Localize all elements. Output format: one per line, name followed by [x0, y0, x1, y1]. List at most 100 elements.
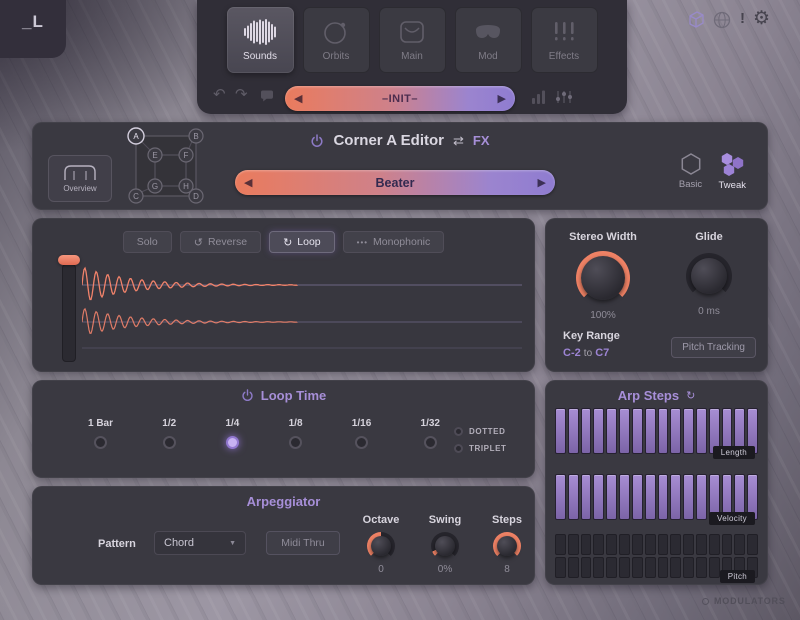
step-cell[interactable] [658, 534, 669, 555]
radio-1-8[interactable] [289, 436, 302, 449]
step-cell[interactable] [606, 557, 617, 578]
step-cell[interactable] [619, 534, 630, 555]
step-cell[interactable] [658, 408, 669, 454]
step-cell[interactable] [568, 534, 579, 555]
step-cell[interactable] [645, 534, 656, 555]
glide-knob[interactable] [686, 253, 732, 299]
corner-morph-map[interactable]: A B C D E F G H [124, 124, 208, 208]
corner-preset-next-icon[interactable]: ▶ [529, 176, 555, 189]
cube-icon[interactable] [686, 10, 706, 30]
step-cell[interactable] [581, 474, 592, 520]
step-cell[interactable] [696, 408, 707, 454]
step-cell[interactable] [683, 557, 694, 578]
global-preset-selector[interactable]: ◀ –INIT– ▶ [285, 86, 515, 111]
radio-1-16[interactable] [355, 436, 368, 449]
triplet-radio[interactable] [454, 444, 463, 453]
step-cell[interactable] [568, 408, 579, 454]
redo-icon[interactable]: ↷ [235, 84, 248, 106]
step-cell[interactable] [670, 557, 681, 578]
sample-level-handle[interactable] [58, 255, 80, 265]
alert-icon[interactable]: ! [740, 10, 745, 27]
step-cell[interactable] [683, 534, 694, 555]
pitch-tracking-button[interactable]: Pitch Tracking [671, 337, 756, 358]
gear-icon[interactable]: ⚙ [753, 7, 770, 30]
corner-preset-selector[interactable]: ◀ Beater ▶ [235, 170, 555, 195]
shuffle-icon[interactable]: ⇄ [453, 133, 464, 149]
step-cell[interactable] [555, 474, 566, 520]
steps-knob[interactable] [493, 532, 521, 560]
step-cell[interactable] [683, 408, 694, 454]
loop-time-option-1-16[interactable]: 1/16 [352, 418, 371, 449]
fx-toggle[interactable]: FX [473, 133, 490, 148]
step-cell[interactable] [658, 557, 669, 578]
corner-node-a[interactable]: A [128, 128, 144, 144]
globe-icon[interactable] [713, 11, 731, 29]
refresh-icon[interactable]: ↻ [686, 389, 695, 402]
step-cell[interactable] [568, 474, 579, 520]
loop-time-option-1bar[interactable]: 1 Bar [88, 418, 113, 449]
step-cell[interactable] [670, 408, 681, 454]
step-cell[interactable] [619, 557, 630, 578]
step-cell[interactable] [581, 557, 592, 578]
step-cell[interactable] [606, 474, 617, 520]
corner-node-g[interactable]: G [148, 179, 162, 193]
step-cell[interactable] [670, 474, 681, 520]
step-cell[interactable] [722, 534, 733, 555]
corner-preset-prev-icon[interactable]: ◀ [235, 176, 261, 189]
step-cell[interactable] [619, 408, 630, 454]
step-cell[interactable] [593, 557, 604, 578]
triplet-toggle[interactable]: TRIPLET [454, 444, 507, 453]
step-cell[interactable] [632, 557, 643, 578]
corner-node-f[interactable]: F [179, 148, 193, 162]
waveform-display[interactable] [82, 264, 522, 360]
step-cell[interactable] [696, 534, 707, 555]
step-cell[interactable] [581, 534, 592, 555]
corner-node-e[interactable]: E [148, 148, 162, 162]
step-cell[interactable] [568, 557, 579, 578]
tab-sounds[interactable]: Sounds [227, 7, 294, 73]
step-cell[interactable] [709, 557, 720, 578]
undo-icon[interactable]: ↶ [213, 84, 226, 106]
loop-time-option-1-8[interactable]: 1/8 [289, 418, 303, 449]
radio-1-2[interactable] [163, 436, 176, 449]
radio-1bar[interactable] [94, 436, 107, 449]
swing-knob[interactable] [431, 532, 459, 560]
step-cell[interactable] [593, 474, 604, 520]
preset-next-icon[interactable]: ▶ [489, 92, 515, 105]
step-cell[interactable] [632, 534, 643, 555]
comment-icon[interactable] [259, 89, 275, 103]
tab-main[interactable]: Main [379, 7, 446, 73]
dotted-radio[interactable] [454, 427, 463, 436]
step-cell[interactable] [747, 534, 758, 555]
pattern-dropdown[interactable]: Chord ▼ [154, 531, 246, 555]
corner-node-h[interactable]: H [179, 179, 193, 193]
loop-time-option-1-2[interactable]: 1/2 [162, 418, 176, 449]
step-cell[interactable] [593, 408, 604, 454]
step-cell[interactable] [683, 474, 694, 520]
preset-prev-icon[interactable]: ◀ [285, 92, 311, 105]
sample-level-slider[interactable] [62, 264, 76, 362]
step-cell[interactable] [581, 408, 592, 454]
step-cell[interactable] [734, 534, 745, 555]
step-cell[interactable] [593, 534, 604, 555]
basic-mode-button[interactable]: Basic [679, 152, 703, 191]
step-cell[interactable] [658, 474, 669, 520]
meter-icon[interactable] [531, 90, 547, 104]
modulators-button[interactable]: MODULATORS [702, 596, 786, 606]
loop-button[interactable]: ↻Loop [269, 231, 335, 253]
stereo-width-knob[interactable] [576, 251, 630, 305]
octave-knob[interactable] [367, 532, 395, 560]
corner-node-c[interactable]: C [129, 189, 143, 203]
step-cell[interactable] [696, 557, 707, 578]
corner-node-b[interactable]: B [189, 129, 203, 143]
step-cell[interactable] [606, 408, 617, 454]
step-cell[interactable] [555, 534, 566, 555]
step-cell[interactable] [645, 474, 656, 520]
step-cell[interactable] [645, 557, 656, 578]
midi-thru-button[interactable]: Midi Thru [266, 531, 340, 555]
corner-editor-power-icon[interactable] [310, 134, 324, 148]
step-cell[interactable] [632, 474, 643, 520]
step-cell[interactable] [645, 408, 656, 454]
key-range-low[interactable]: C-2 [563, 347, 581, 359]
key-range-high[interactable]: C7 [595, 347, 609, 359]
